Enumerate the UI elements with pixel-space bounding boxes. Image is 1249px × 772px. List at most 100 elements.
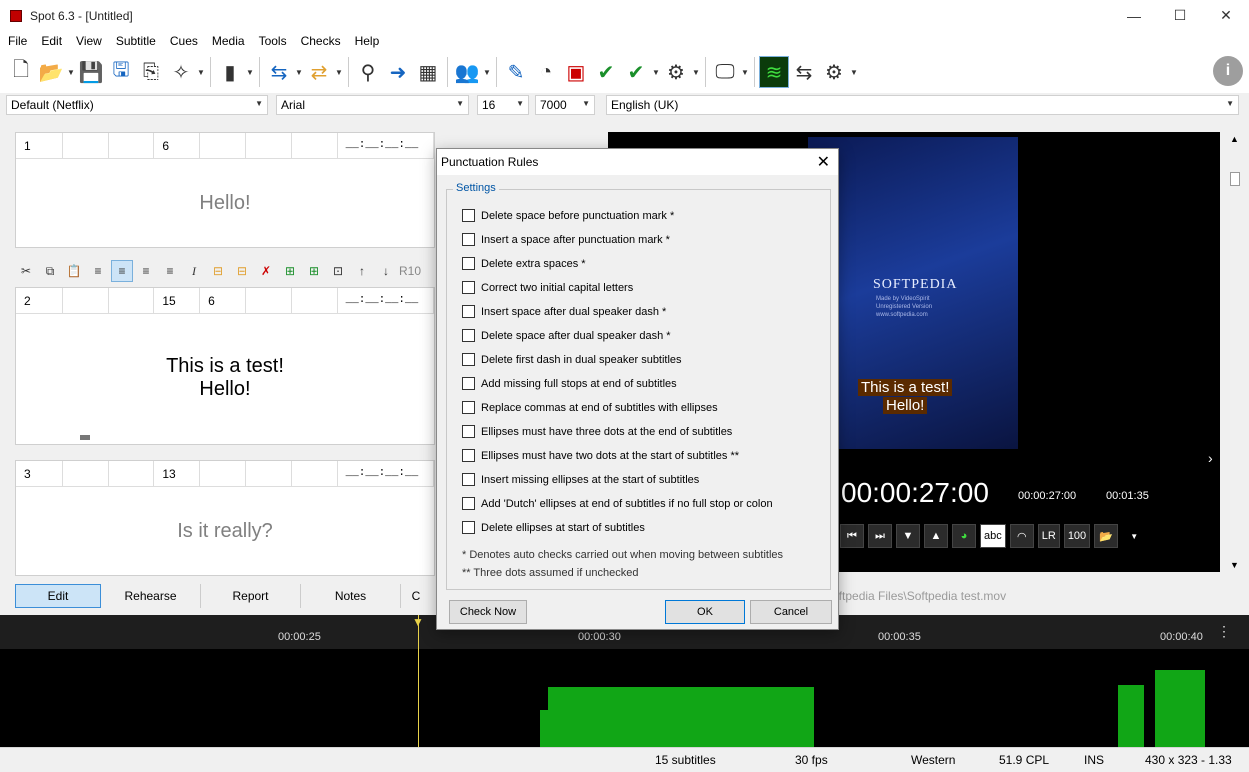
checkbox[interactable]: [462, 425, 475, 438]
checkbox[interactable]: [462, 401, 475, 414]
subtitle-text[interactable]: Is it really?: [16, 487, 434, 575]
tab-report[interactable]: Report: [201, 584, 301, 608]
checkbox[interactable]: [462, 497, 475, 510]
insert-before-icon[interactable]: ⊟: [207, 260, 229, 282]
rule-checkbox-row[interactable]: Insert a space after punctuation mark *: [462, 233, 670, 246]
insert-after-icon[interactable]: ⊟: [231, 260, 253, 282]
magic-wand-icon[interactable]: ✧: [166, 56, 196, 88]
language-select[interactable]: English (UK) ▼: [606, 95, 1239, 115]
arrow-down-icon[interactable]: ▼: [896, 524, 920, 548]
delete-subtitle-icon[interactable]: ✗: [255, 260, 277, 282]
folder-dropdown-icon[interactable]: ▼: [1122, 524, 1146, 548]
rule-checkbox-row[interactable]: Delete extra spaces *: [462, 257, 586, 270]
settings-check-icon[interactable]: ⚙: [661, 56, 691, 88]
rule-checkbox-row[interactable]: Replace commas at end of subtitles with …: [462, 401, 718, 414]
ok-button[interactable]: OK: [665, 600, 745, 624]
subtitle-text[interactable]: This is a test! Hello!: [16, 314, 434, 442]
menu-edit[interactable]: Edit: [33, 34, 68, 48]
chevron-down-icon[interactable]: ▼: [1230, 560, 1239, 570]
checkbox[interactable]: [462, 449, 475, 462]
video-volume-slider[interactable]: ▲ ▼: [1228, 132, 1242, 572]
split-icon[interactable]: ⊡: [327, 260, 349, 282]
menu-media[interactable]: Media: [204, 34, 251, 48]
users-dropdown-icon[interactable]: ▼: [482, 68, 492, 77]
font-select[interactable]: Arial ▼: [276, 95, 469, 115]
spellcheck-icon[interactable]: ✔: [591, 56, 621, 88]
rule-checkbox-row[interactable]: Delete space before punctuation mark *: [462, 209, 674, 222]
subtitle-row[interactable]: 1 6 __:__:__:__ Hello!: [15, 132, 435, 248]
minimize-button[interactable]: —: [1111, 0, 1157, 31]
checkbox[interactable]: [462, 233, 475, 246]
resize-handle[interactable]: [80, 435, 90, 440]
reading-speed-icon[interactable]: ▣: [561, 56, 591, 88]
menu-help[interactable]: Help: [347, 34, 386, 48]
rule-checkbox-row[interactable]: Insert space after dual speaker dash *: [462, 305, 666, 318]
info-icon[interactable]: i: [1213, 56, 1243, 86]
align-center-icon[interactable]: ≡: [111, 260, 133, 282]
rule-checkbox-row[interactable]: Delete ellipses at start of subtitles: [462, 521, 645, 534]
checkbox[interactable]: [462, 209, 475, 222]
rule-checkbox-row[interactable]: Ellipses must have two dots at the start…: [462, 449, 739, 462]
style-select[interactable]: Default (Netflix) ▼: [6, 95, 268, 115]
checkbox[interactable]: [462, 473, 475, 486]
align-justify-icon[interactable]: ≡: [159, 260, 181, 282]
checkbox[interactable]: [462, 281, 475, 294]
subtitle-row[interactable]: 3 13 __:__:__:__ Is it really?: [15, 460, 435, 576]
menu-checks[interactable]: Checks: [293, 34, 347, 48]
rule-checkbox-row[interactable]: Correct two initial capital letters: [462, 281, 633, 294]
open-folder-icon[interactable]: 📂: [36, 56, 66, 88]
display-icon[interactable]: 🖵: [710, 56, 740, 88]
save-as-icon[interactable]: 🖫: [106, 56, 136, 88]
users-icon[interactable]: 👥: [452, 56, 482, 88]
lr-button[interactable]: LR: [1037, 524, 1060, 548]
import-dropdown-icon[interactable]: ▼: [294, 68, 304, 77]
waveform-icon[interactable]: ≋: [759, 56, 789, 88]
rss-icon[interactable]: ◠: [1009, 524, 1034, 548]
save-icon[interactable]: 💾: [76, 56, 106, 88]
paste-icon[interactable]: 📋: [63, 260, 85, 282]
cut-icon[interactable]: ✂: [15, 260, 37, 282]
chevron-right-icon[interactable]: ›: [1208, 450, 1213, 466]
folder-icon[interactable]: 📂: [1094, 524, 1119, 548]
search-icon[interactable]: ⚲: [353, 56, 383, 88]
tab-rehearse[interactable]: Rehearse: [101, 584, 201, 608]
italic-icon[interactable]: I: [183, 260, 205, 282]
settings-check-dropdown-icon[interactable]: ▼: [691, 68, 701, 77]
add-note-icon[interactable]: ⊞: [279, 260, 301, 282]
subtitle-text[interactable]: Hello!: [16, 159, 434, 247]
checkbox[interactable]: [462, 329, 475, 342]
grid-icon[interactable]: ▦: [413, 56, 443, 88]
move-down-icon[interactable]: ↓: [375, 260, 397, 282]
document-icon[interactable]: ▮: [215, 56, 245, 88]
skip-back-icon[interactable]: ⏮: [840, 524, 864, 548]
chevron-up-icon[interactable]: ▲: [1230, 134, 1239, 144]
size-select[interactable]: 16 ▼: [477, 95, 529, 115]
tab-edit[interactable]: Edit: [15, 584, 101, 608]
gear-dropdown-icon[interactable]: ▼: [849, 68, 859, 77]
display-dropdown-icon[interactable]: ▼: [740, 68, 750, 77]
open-dropdown-icon[interactable]: ▼: [66, 68, 76, 77]
abc-button[interactable]: abc: [980, 524, 1006, 548]
gauge-icon[interactable]: ◔: [531, 56, 561, 88]
menu-subtitle[interactable]: Subtitle: [108, 34, 162, 48]
checkbox[interactable]: [462, 353, 475, 366]
more-options-icon[interactable]: ⋮: [1217, 623, 1231, 640]
align-right-icon[interactable]: ≡: [135, 260, 157, 282]
check-now-button[interactable]: Check Now: [449, 600, 527, 624]
checkbox[interactable]: [462, 257, 475, 270]
new-file-icon[interactable]: 🗋: [6, 56, 36, 88]
waveform-timeline[interactable]: 00:00:25 00:00:30 00:00:35 00:00:40 ⋮ ▼: [0, 615, 1249, 747]
playhead-marker-icon[interactable]: ▼: [412, 615, 424, 629]
gear-icon[interactable]: ⚙: [819, 56, 849, 88]
add-item-icon[interactable]: ⊞: [303, 260, 325, 282]
tab-partial[interactable]: C: [401, 584, 431, 608]
swap-arrows-icon[interactable]: ⇆: [789, 56, 819, 88]
skip-forward-icon[interactable]: ⏭: [868, 524, 892, 548]
checkbox[interactable]: [462, 305, 475, 318]
cancel-button[interactable]: Cancel: [750, 600, 832, 624]
rule-checkbox-row[interactable]: Add 'Dutch' ellipses at end of subtitles…: [462, 497, 773, 510]
menu-file[interactable]: File: [0, 34, 33, 48]
rule-checkbox-row[interactable]: Delete space after dual speaker dash *: [462, 329, 671, 342]
rule-checkbox-row[interactable]: Add missing full stops at end of subtitl…: [462, 377, 677, 390]
playhead[interactable]: [418, 615, 419, 747]
